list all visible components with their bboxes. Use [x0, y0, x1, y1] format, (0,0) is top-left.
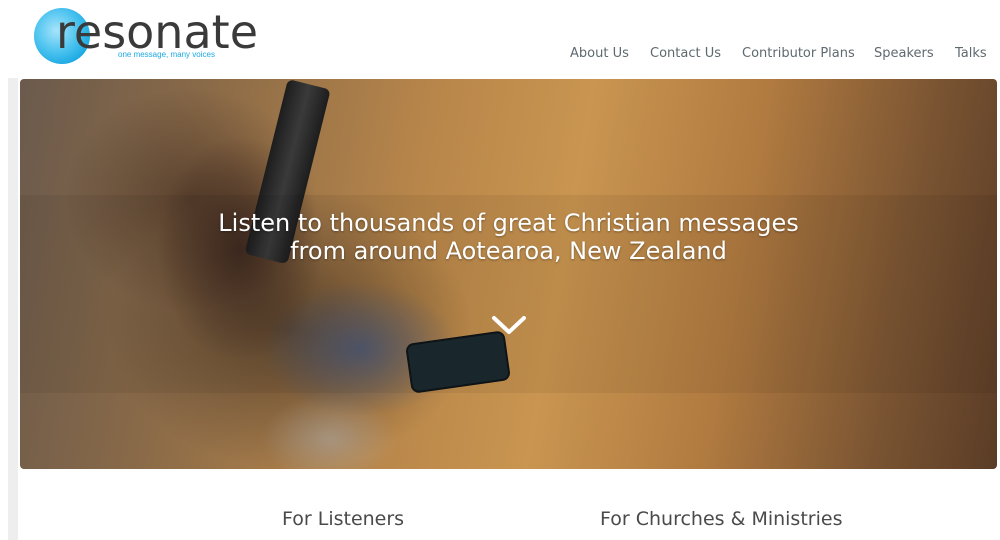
- nav-talks[interactable]: Talks: [955, 46, 987, 61]
- main-nav: About Us Contact Us Contributor Plans Sp…: [0, 46, 1000, 66]
- hero-banner: Listen to thousands of great Christian m…: [20, 79, 997, 469]
- hero-title-line-1: Listen to thousands of great Christian m…: [218, 209, 799, 237]
- site-header: resonate one message, many voices About …: [0, 0, 1000, 78]
- section-heading-listeners: For Listeners: [282, 508, 405, 530]
- nav-contributor-plans[interactable]: Contributor Plans: [742, 46, 855, 61]
- section-heading-churches: For Churches & Ministries: [600, 508, 843, 530]
- nav-about-us[interactable]: About Us: [570, 46, 629, 61]
- hero-title-line-2: from around Aotearoa, New Zealand: [290, 237, 727, 265]
- nav-speakers[interactable]: Speakers: [874, 46, 934, 61]
- chevron-down-icon[interactable]: [489, 311, 529, 339]
- hero-title: Listen to thousands of great Christian m…: [20, 209, 997, 265]
- nav-contact-us[interactable]: Contact Us: [650, 46, 721, 61]
- left-edge-bar: [8, 78, 18, 540]
